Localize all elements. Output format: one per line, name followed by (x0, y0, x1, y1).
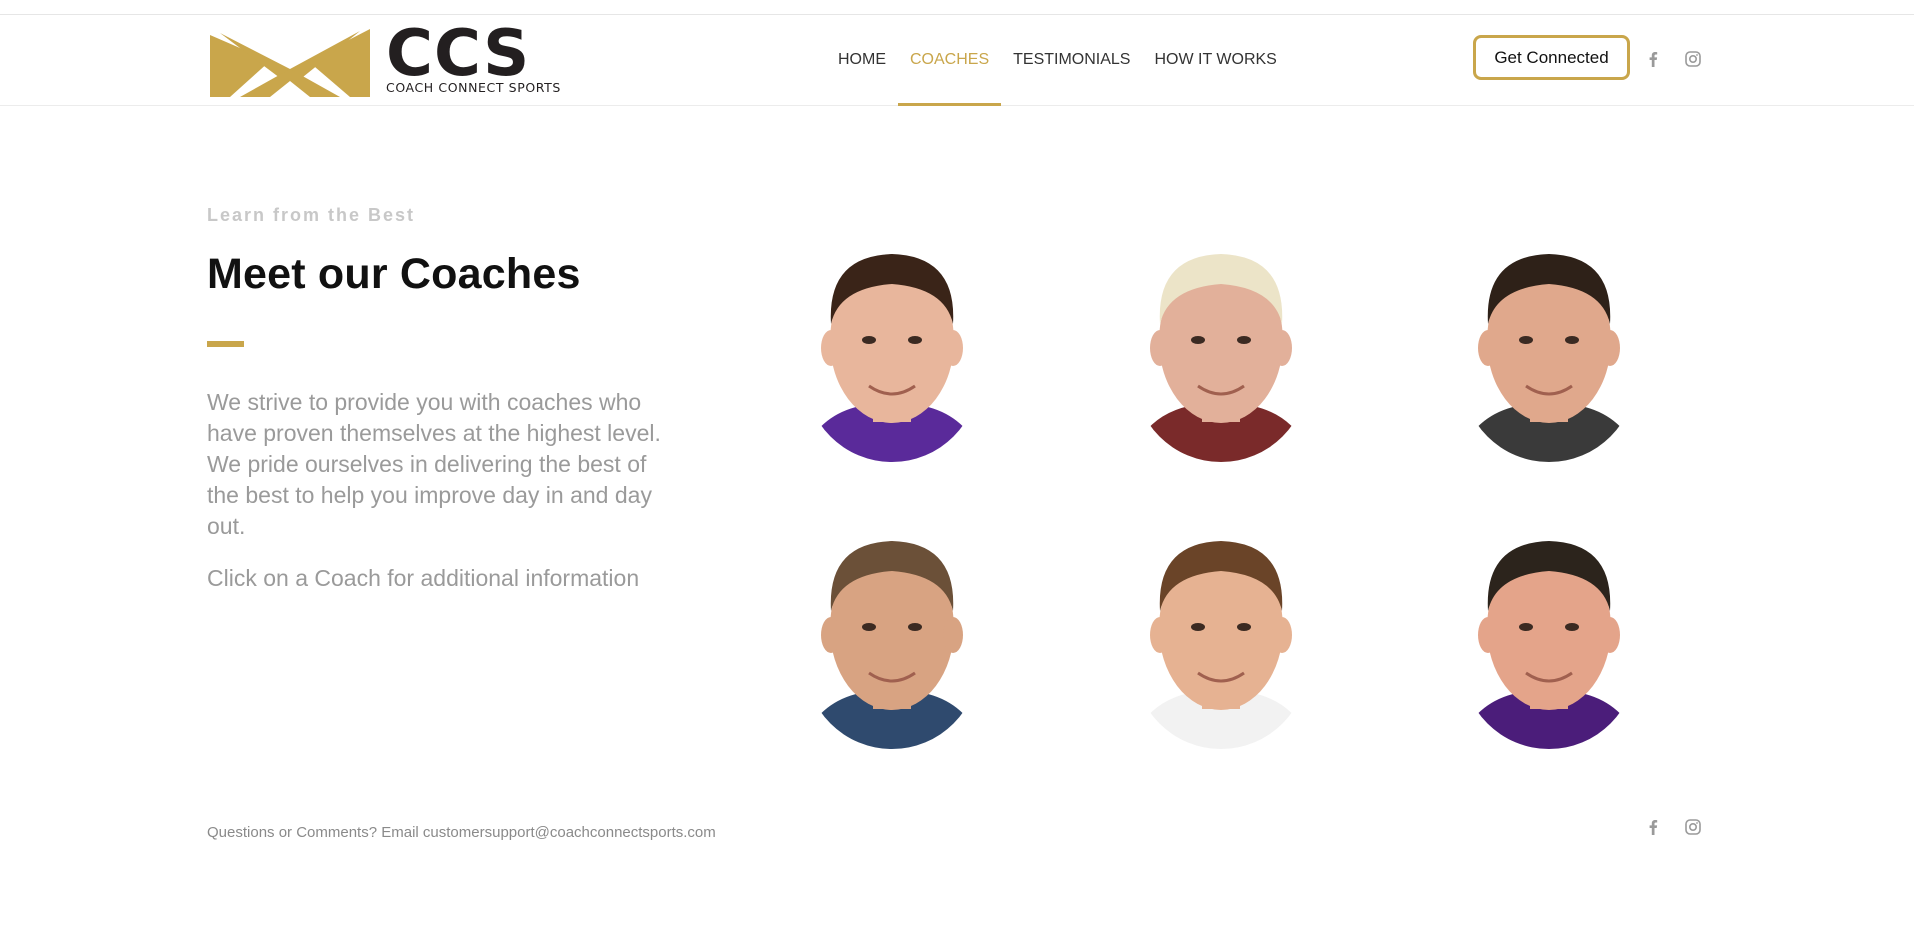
wings-logo-icon (210, 29, 370, 97)
coach-card-3[interactable] (1462, 236, 1636, 462)
header-social-links (1645, 51, 1701, 67)
get-connected-button[interactable]: Get Connected (1473, 35, 1630, 80)
title-divider (207, 341, 244, 347)
section-description: We strive to provide you with coaches wh… (207, 389, 661, 539)
brand-name: CCS (386, 17, 531, 91)
page-title: Meet our Coaches (207, 250, 581, 298)
site-header: CCS COACH CONNECT SPORTS HOME COACHES TE… (0, 15, 1914, 106)
nav-coaches[interactable]: COACHES (898, 15, 1002, 106)
facebook-icon[interactable] (1645, 819, 1661, 835)
coach-portrait-5 (1134, 523, 1308, 749)
coach-card-4[interactable] (805, 523, 979, 749)
coach-portrait-1 (805, 236, 979, 462)
footer-contact-text: Questions or Comments? Email customersup… (207, 824, 716, 841)
coach-card-2[interactable] (1134, 236, 1308, 462)
coach-card-6[interactable] (1462, 523, 1636, 749)
coach-card-1[interactable] (805, 236, 979, 462)
brand-tagline: COACH CONNECT SPORTS (386, 80, 561, 95)
brand-logo[interactable]: CCS COACH CONNECT SPORTS (210, 19, 580, 99)
section-eyebrow: Learn from the Best (207, 205, 416, 225)
nav-how-it-works[interactable]: HOW IT WORKS (1142, 15, 1288, 105)
coach-card-5[interactable] (1134, 523, 1308, 749)
section-hint: Click on a Coach for additional informat… (207, 565, 640, 591)
footer-social-links (1645, 819, 1701, 835)
instagram-icon[interactable] (1685, 819, 1701, 835)
coach-portrait-3 (1462, 236, 1636, 462)
coach-portrait-4 (805, 523, 979, 749)
nav-testimonials[interactable]: TESTIMONIALS (1001, 15, 1142, 105)
facebook-icon[interactable] (1645, 51, 1661, 67)
instagram-icon[interactable] (1685, 51, 1701, 67)
nav-home[interactable]: HOME (826, 15, 898, 105)
main-nav: HOME COACHES TESTIMONIALS HOW IT WORKS (826, 15, 1289, 106)
coach-portrait-2 (1134, 236, 1308, 462)
coach-portrait-6 (1462, 523, 1636, 749)
